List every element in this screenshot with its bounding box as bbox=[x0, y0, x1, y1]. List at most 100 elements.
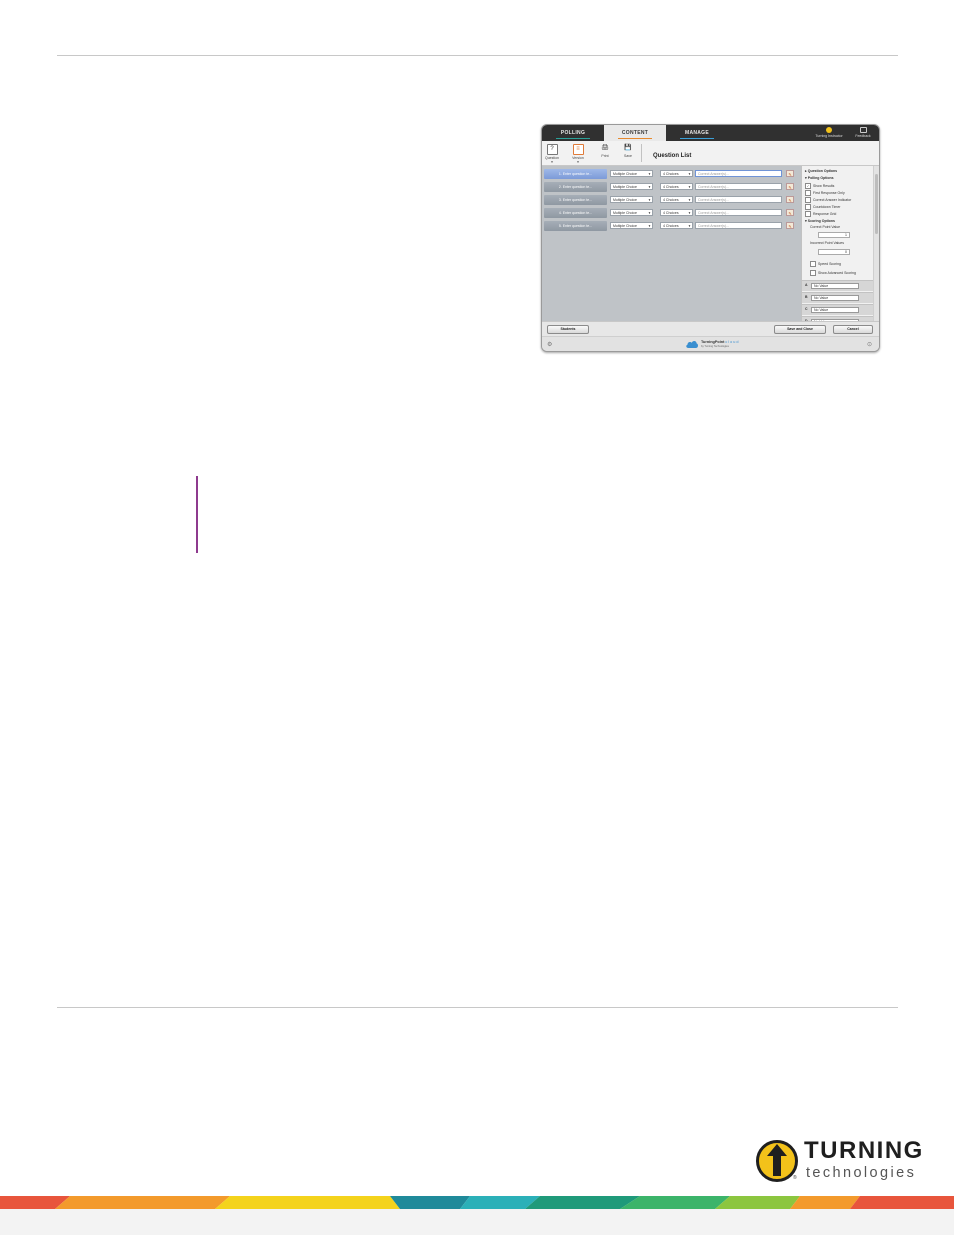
correct-answer-input[interactable]: Correct Answer(s)... bbox=[695, 183, 782, 190]
choice-value-select[interactable]: No Value bbox=[811, 283, 859, 289]
show-advanced-scoring-label: Show Advanced Scoring bbox=[818, 270, 856, 275]
feedback-button[interactable]: Feedback bbox=[850, 127, 876, 138]
turning-instructor-label: Turning Instructor bbox=[815, 134, 843, 138]
scoring-options-label: Scoring Options bbox=[807, 219, 835, 223]
logo-wordmark-line1: TURNING bbox=[804, 1137, 924, 1164]
question-type-select[interactable]: Multiple Choice ▼ bbox=[610, 222, 653, 229]
choices-value: 4 Choices bbox=[663, 224, 679, 228]
app-footer: ⚙ TurningPoint cloud by Turning Technolo… bbox=[542, 336, 879, 351]
choice-value-select[interactable]: No Value bbox=[811, 307, 859, 313]
question-type-select[interactable]: Multiple Choice ▼ bbox=[610, 183, 653, 190]
question-text-cell[interactable]: 3. Enter question te... bbox=[544, 195, 607, 205]
response-grid-checkbox[interactable]: Response Grid bbox=[805, 211, 836, 217]
question-type-select[interactable]: Multiple Choice ▼ bbox=[610, 209, 653, 216]
question-row[interactable]: 4. Enter question te... Multiple Choice ▼… bbox=[542, 207, 801, 219]
incorrect-point-value-input[interactable]: 0 bbox=[818, 249, 850, 255]
choice-letter: B bbox=[805, 295, 808, 299]
tab-content[interactable]: CONTENT bbox=[604, 125, 666, 141]
header-rule bbox=[57, 55, 898, 56]
answer-picker-icon[interactable]: ✎ bbox=[786, 209, 794, 216]
turning-icon bbox=[826, 127, 832, 133]
chevron-down-icon: ▼ bbox=[648, 172, 651, 176]
scrollbar-thumb[interactable] bbox=[875, 174, 878, 234]
logo-wordmark-line2: technologies bbox=[806, 1165, 917, 1181]
choice-value-select[interactable]: No Value bbox=[811, 295, 859, 301]
tab-polling[interactable]: POLLING bbox=[542, 125, 604, 141]
correct-answer-input[interactable]: Correct Answer(s)... bbox=[695, 170, 782, 177]
question-row[interactable]: 2. Enter question te... Multiple Choice ▼… bbox=[542, 181, 801, 193]
question-type-select[interactable]: Multiple Choice ▼ bbox=[610, 170, 653, 177]
checkbox-icon bbox=[805, 190, 811, 196]
chevron-down-icon: ▼ bbox=[648, 185, 651, 189]
tab-content-underline bbox=[618, 138, 652, 139]
choices-select[interactable]: 4 Choices ▼ bbox=[660, 183, 693, 190]
question-text-cell[interactable]: 4. Enter question te... bbox=[544, 208, 607, 218]
feedback-icon bbox=[859, 127, 867, 133]
checkbox-icon bbox=[805, 211, 811, 217]
chevron-down-icon: ▼ bbox=[648, 224, 651, 228]
correct-answer-input[interactable]: Correct Answer(s)... bbox=[695, 196, 782, 203]
first-response-only-checkbox[interactable]: First Response Only bbox=[805, 190, 845, 196]
chevron-down-icon: ▼ bbox=[688, 211, 691, 215]
correct-answer-indicator-checkbox[interactable]: Correct Answer Indicator bbox=[805, 197, 851, 203]
students-button[interactable]: Students bbox=[547, 325, 589, 334]
choice-b-value[interactable]: B No Value bbox=[802, 292, 873, 303]
show-advanced-scoring-checkbox[interactable]: Show Advanced Scoring bbox=[810, 270, 856, 276]
countdown-timer-checkbox[interactable]: Countdown Timer bbox=[805, 204, 840, 210]
question-type-value: Multiple Choice bbox=[613, 198, 637, 202]
show-results-checkbox[interactable]: ✓ Show Results bbox=[805, 183, 834, 189]
choice-letter: C bbox=[805, 307, 808, 311]
tab-content-label: CONTENT bbox=[621, 130, 649, 136]
correct-point-value-input[interactable]: 1 bbox=[818, 232, 850, 238]
choice-a-value[interactable]: A No Value bbox=[802, 280, 873, 291]
question-type-value: Multiple Choice bbox=[613, 185, 637, 189]
choices-select[interactable]: 4 Choices ▼ bbox=[660, 209, 693, 216]
speed-scoring-label: Speed Scoring bbox=[818, 261, 841, 266]
polling-options-toggle[interactable]: ▾ Polling Options bbox=[805, 176, 834, 180]
chevron-down-icon: ▼ bbox=[688, 185, 691, 189]
chevron-down-icon: ▼ bbox=[688, 172, 691, 176]
question-text-cell[interactable]: 2. Enter question te... bbox=[544, 182, 607, 192]
app-window: POLLING CONTENT MANAGE Turning Instructo… bbox=[541, 124, 880, 352]
version-button[interactable]: ≡ Version ▾ bbox=[571, 144, 585, 164]
choices-select[interactable]: 4 Choices ▼ bbox=[660, 196, 693, 203]
chevron-down-icon: ▼ bbox=[688, 198, 691, 202]
options-panel: ▸ Question Options ▾ Polling Options ✓ Sh… bbox=[801, 166, 873, 327]
feedback-label: Feedback bbox=[855, 134, 871, 138]
question-type-value: Multiple Choice bbox=[613, 172, 637, 176]
choice-c-value[interactable]: C No Value bbox=[802, 304, 873, 315]
question-text-cell[interactable]: 1. Enter question te... bbox=[544, 169, 607, 179]
answer-picker-icon[interactable]: ✎ bbox=[786, 222, 794, 229]
question-row[interactable]: 1. Enter question te... Multiple Choice ▼… bbox=[542, 168, 801, 180]
save-button[interactable]: 💾 Save bbox=[621, 144, 635, 158]
question-text-cell[interactable]: 5. Enter question te... bbox=[544, 221, 607, 231]
choices-select[interactable]: 4 Choices ▼ bbox=[660, 222, 693, 229]
correct-answer-input[interactable]: Correct Answer(s)... bbox=[695, 222, 782, 229]
question-row[interactable]: 3. Enter question te... Multiple Choice ▼… bbox=[542, 194, 801, 206]
question-type-select[interactable]: Multiple Choice ▼ bbox=[610, 196, 653, 203]
speed-scoring-checkbox[interactable]: Speed Scoring bbox=[810, 261, 841, 267]
settings-gear-icon[interactable]: ⚙ bbox=[547, 341, 552, 348]
tab-polling-label: POLLING bbox=[560, 130, 586, 136]
options-scrollbar[interactable] bbox=[873, 166, 879, 321]
turning-instructor-button[interactable]: Turning Instructor bbox=[812, 127, 846, 138]
tab-manage[interactable]: MANAGE bbox=[666, 125, 728, 141]
question-button[interactable]: ? Question ▾ bbox=[545, 144, 559, 164]
question-list-title: Question List bbox=[653, 153, 692, 159]
save-and-close-button[interactable]: Save and Close bbox=[774, 325, 826, 334]
cloud-icon bbox=[686, 340, 698, 348]
scoring-options-toggle[interactable]: ▾ Scoring Options bbox=[805, 219, 835, 223]
question-row[interactable]: 5. Enter question te... Multiple Choice ▼… bbox=[542, 220, 801, 232]
choices-select[interactable]: 4 Choices ▼ bbox=[660, 170, 693, 177]
cancel-button[interactable]: Cancel bbox=[833, 325, 873, 334]
question-list: 1. Enter question te... Multiple Choice ▼… bbox=[542, 166, 801, 321]
brand-name: TurningPoint bbox=[701, 340, 725, 344]
help-icon[interactable]: ⊙ bbox=[867, 341, 872, 348]
print-button[interactable]: 🖨 Print bbox=[598, 144, 612, 158]
correct-point-value-label: Correct Point Value bbox=[810, 225, 841, 229]
answer-picker-icon[interactable]: ✎ bbox=[786, 183, 794, 190]
question-options-toggle[interactable]: ▸ Question Options bbox=[805, 169, 837, 173]
answer-picker-icon[interactable]: ✎ bbox=[786, 196, 794, 203]
correct-answer-input[interactable]: Correct Answer(s)... bbox=[695, 209, 782, 216]
answer-picker-icon[interactable]: ✎ bbox=[786, 170, 794, 177]
